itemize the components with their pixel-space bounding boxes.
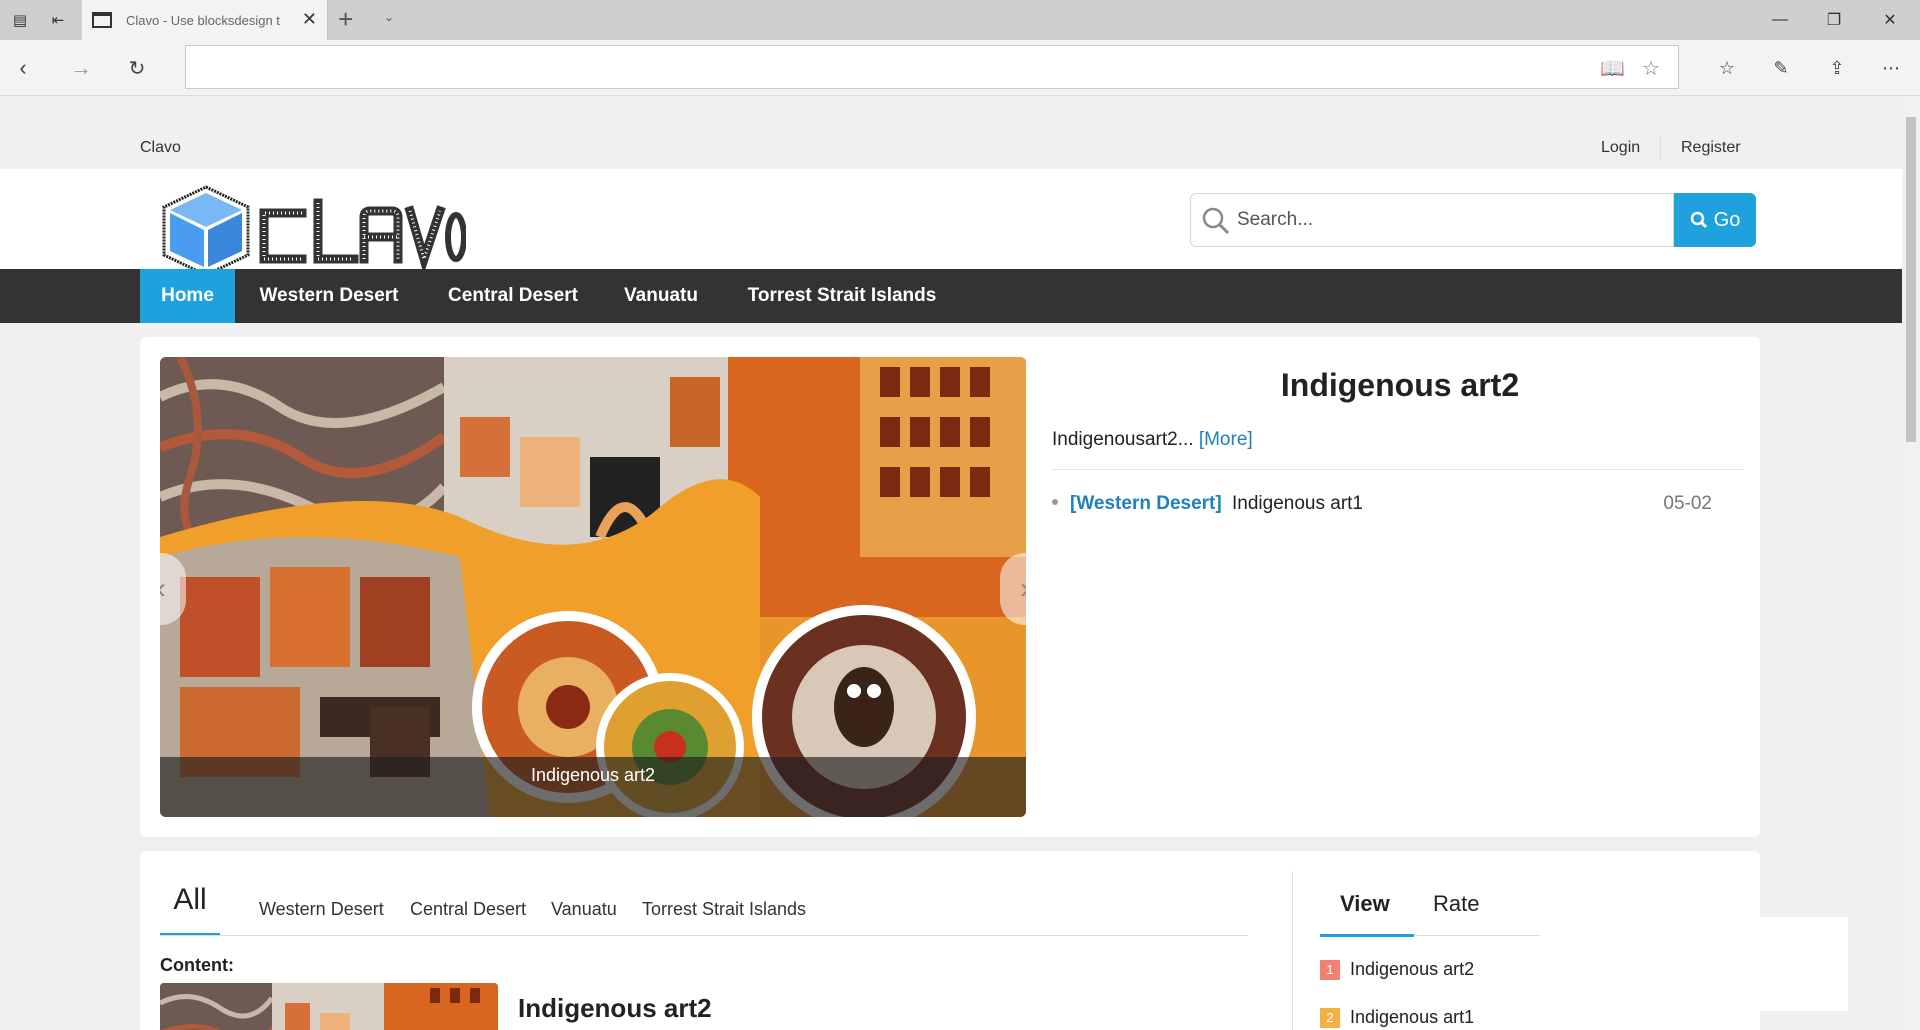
tab-western-desert[interactable]: Western Desert	[259, 899, 384, 920]
tab-view[interactable]: View	[1340, 891, 1390, 917]
favorites-list-icon[interactable]: ☆	[1710, 53, 1744, 83]
column-divider	[1292, 871, 1293, 1030]
tab-manager-icon[interactable]: ▤	[8, 8, 32, 32]
register-link[interactable]: Register	[1681, 139, 1741, 157]
ranking-item-title: Indigenous art2	[1350, 959, 1475, 979]
featured-excerpt-text: Indigenousart2...	[1052, 429, 1194, 450]
slider-caption: Indigenous art2	[160, 757, 1026, 817]
featured-divider	[1052, 469, 1744, 470]
ranking-item[interactable]: 1 Indigenous art2	[1320, 959, 1474, 980]
clavo-logo[interactable]	[156, 179, 467, 277]
nav-item-torrest-strait-islands[interactable]: Torrest Strait Islands	[719, 269, 965, 323]
new-tab-icon[interactable]: +	[338, 4, 353, 35]
tab-vanuatu[interactable]: Vanuatu	[551, 899, 617, 920]
news-category-link[interactable]: [Western Desert]	[1070, 493, 1222, 515]
forward-arrow-icon[interactable]: →	[64, 53, 98, 83]
top-links-divider	[1660, 137, 1661, 159]
featured-excerpt: Indigenousart2... [More]	[1052, 429, 1253, 451]
gallery-artwork-image	[160, 357, 1026, 817]
share-icon[interactable]: ⇪	[1820, 53, 1854, 83]
search-icon	[1202, 207, 1230, 235]
content-section: All Western Desert Central Desert Vanuat…	[140, 851, 1760, 1030]
featured-title[interactable]: Indigenous art2	[1070, 367, 1730, 404]
news-date: 05-02	[1663, 493, 1712, 514]
nav-item-central-desert[interactable]: Central Desert	[423, 269, 603, 323]
content-thumbnail-image[interactable]	[160, 983, 498, 1030]
rank-badge: 1	[1320, 960, 1340, 980]
scrollbar-thumb[interactable]	[1906, 117, 1916, 442]
restore-icon[interactable]: ❐	[1814, 6, 1854, 34]
ranking-active-underline	[1320, 934, 1414, 937]
set-aside-tabs-icon[interactable]: ⇤	[46, 8, 70, 32]
bullet-icon	[1052, 499, 1058, 505]
tab-preview-chevron-icon[interactable]: ⌄	[384, 10, 394, 24]
image-slider[interactable]: Indigenous art2 ‹ ›	[160, 357, 1026, 817]
refresh-icon[interactable]: ↻	[120, 53, 154, 83]
back-arrow-icon[interactable]: ‹	[6, 53, 40, 83]
nav-item-western-desert[interactable]: Western Desert	[235, 269, 423, 323]
featured-panel: Indigenous art2 ‹ › Indigenous art2 Indi…	[140, 337, 1760, 837]
browser-nav-bar: ‹ → ↻ 📖 ☆ ☆ ✎ ⇪ ⋯	[0, 40, 1920, 96]
site-name: Clavo	[140, 139, 181, 156]
search-box	[1190, 193, 1674, 247]
favorite-star-icon[interactable]: ☆	[1642, 56, 1660, 81]
tabs-baseline	[160, 935, 1248, 936]
tab-torrest-strait-islands[interactable]: Torrest Strait Islands	[642, 899, 806, 920]
featured-more-link[interactable]: [More]	[1199, 429, 1253, 450]
rank-badge: 2	[1320, 1008, 1340, 1028]
main-nav: Home Western Desert Central Desert Vanua…	[0, 269, 1902, 323]
web-page: Clavo Login Register Search... Go Home W…	[0, 97, 1902, 1030]
tab-rate[interactable]: Rate	[1433, 891, 1479, 917]
news-title-link[interactable]: Indigenous art1	[1232, 493, 1363, 515]
ranking-item[interactable]: 2 Indigenous art1	[1320, 1007, 1474, 1028]
content-label: Content:	[160, 955, 234, 975]
go-label: Go	[1713, 208, 1741, 231]
page-scrollbar[interactable]	[1902, 97, 1920, 1030]
site-header: Go	[0, 169, 1902, 277]
browser-tab-bar: ▤ ⇤ Clavo - Use blocksdesign t ✕ + ⌄ — ❐…	[0, 0, 1920, 40]
slider-next-arrow-icon[interactable]: ›	[1000, 553, 1026, 625]
minimize-icon[interactable]: —	[1760, 6, 1800, 34]
site-top-bar: Clavo Login Register	[0, 97, 1902, 169]
nav-item-home[interactable]: Home	[140, 269, 235, 323]
search-input[interactable]	[1237, 194, 1667, 246]
more-menu-icon[interactable]: ⋯	[1874, 53, 1908, 83]
tab-title: Clavo - Use blocksdesign t	[126, 12, 280, 28]
browser-tab[interactable]: Clavo - Use blocksdesign t ✕	[82, 0, 328, 40]
floating-white-panel	[1758, 917, 1848, 1011]
page-favicon-icon	[92, 12, 112, 28]
window-close-icon[interactable]: ✕	[1870, 6, 1910, 34]
login-link[interactable]: Login	[1601, 139, 1640, 157]
go-search-icon	[1690, 211, 1707, 229]
search-go-button[interactable]: Go	[1674, 193, 1756, 247]
tab-all[interactable]: All	[160, 883, 220, 917]
tab-central-desert[interactable]: Central Desert	[410, 899, 526, 920]
pen-note-icon[interactable]: ✎	[1764, 53, 1798, 83]
close-tab-icon[interactable]: ✕	[302, 9, 317, 30]
content-item-title[interactable]: Indigenous art2	[518, 993, 712, 1024]
ranking-item-title: Indigenous art1	[1350, 1007, 1475, 1027]
reading-view-icon[interactable]: 📖	[1600, 56, 1625, 81]
address-bar[interactable]: 📖 ☆	[185, 45, 1679, 89]
nav-item-vanuatu[interactable]: Vanuatu	[603, 269, 719, 323]
